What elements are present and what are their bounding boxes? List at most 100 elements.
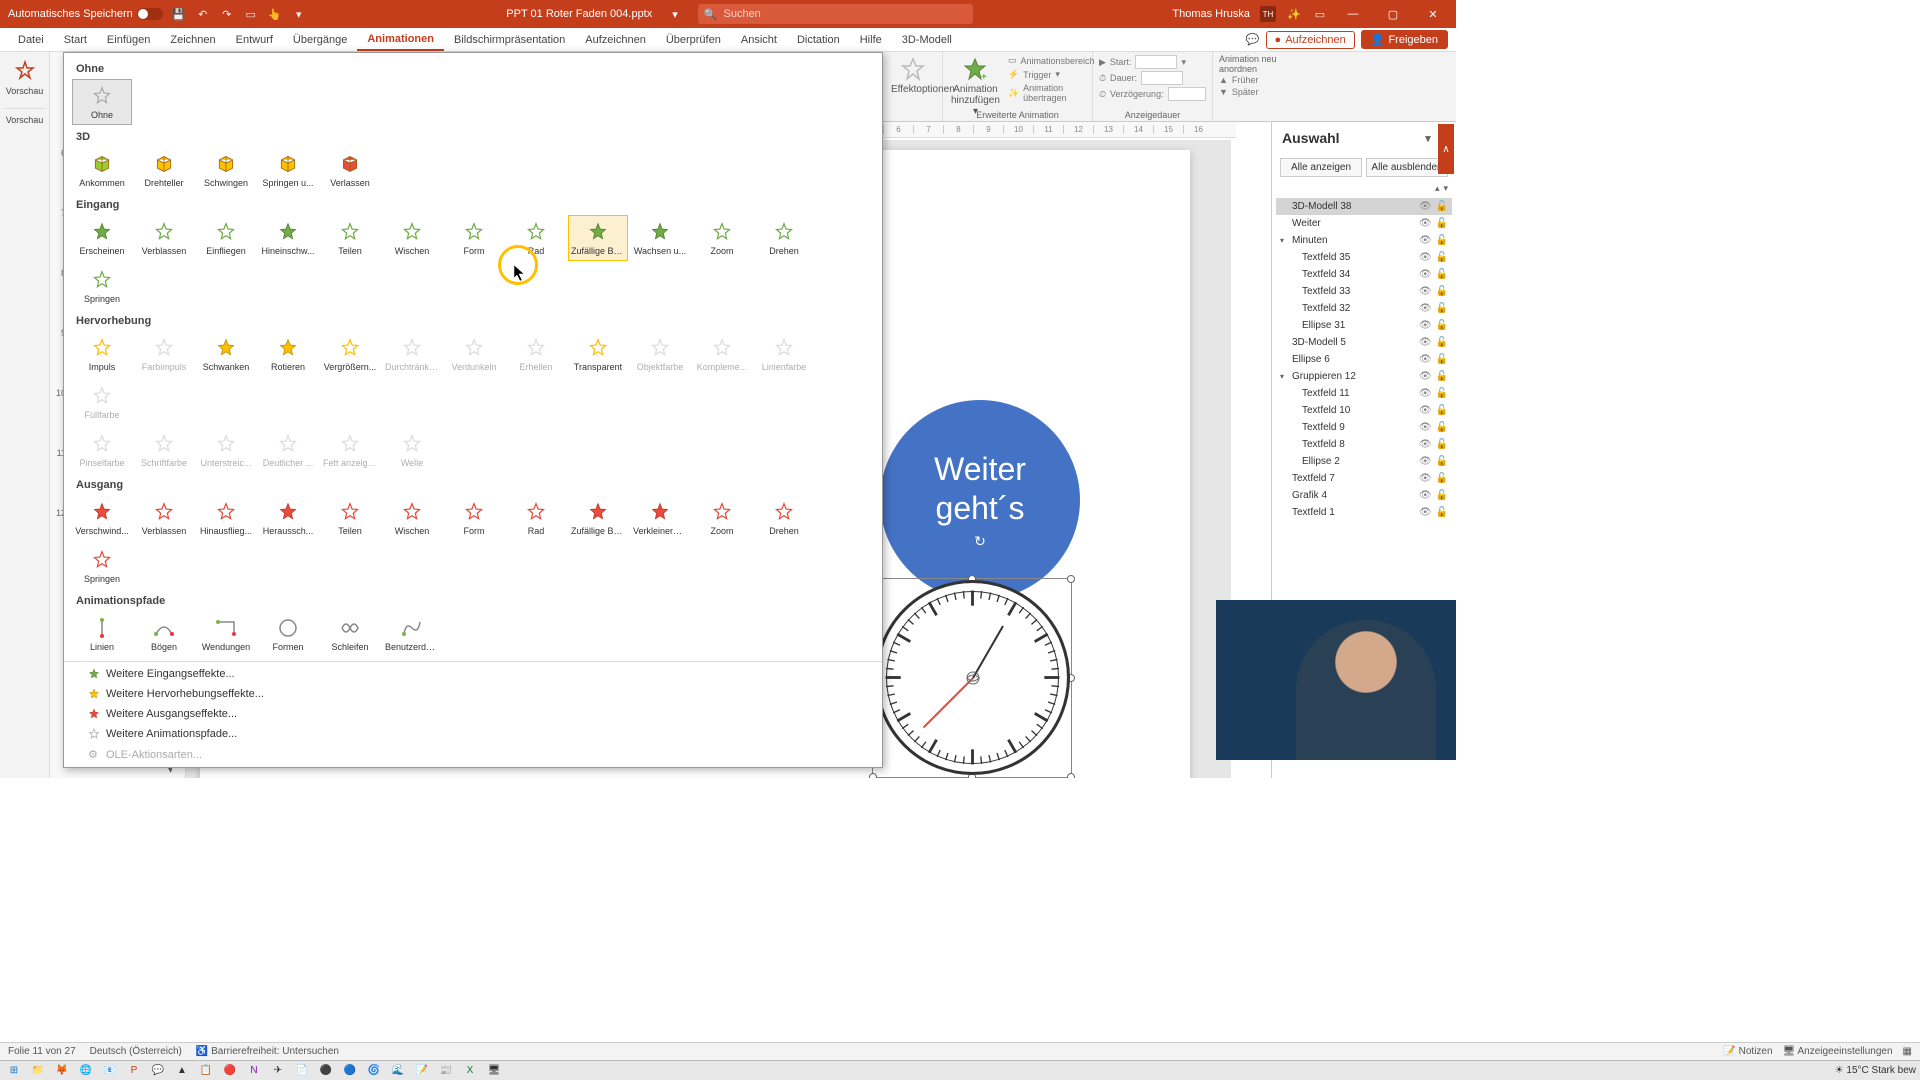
tab-hilfe[interactable]: Hilfe bbox=[850, 30, 892, 50]
app-icon-2[interactable]: 📋 bbox=[196, 1063, 216, 1079]
selection-item-12[interactable]: Textfeld 10👁🔓 bbox=[1276, 402, 1452, 419]
visibility-icon[interactable]: 👁 bbox=[1419, 201, 1432, 212]
anim-3d-4[interactable]: Verlassen bbox=[320, 147, 380, 193]
selection-item-18[interactable]: Textfeld 1👁🔓 bbox=[1276, 504, 1452, 521]
app-icon-6[interactable]: 🌀 bbox=[364, 1063, 384, 1079]
excel-icon[interactable]: X bbox=[460, 1063, 480, 1079]
outlook-icon[interactable]: 📧 bbox=[100, 1063, 120, 1079]
anim-eingang-1[interactable]: Verblassen bbox=[134, 215, 194, 261]
selection-item-5[interactable]: Textfeld 33👁🔓 bbox=[1276, 283, 1452, 300]
anim-ohne[interactable]: Ohne bbox=[72, 79, 132, 125]
tab-einfuegen[interactable]: Einfügen bbox=[97, 30, 160, 50]
animationsbereich-button[interactable]: ▭ Animationsbereich bbox=[1008, 54, 1095, 67]
anim-eingang-8[interactable]: Zufällige Ba... bbox=[568, 215, 628, 261]
lock-icon[interactable]: 🔓 bbox=[1436, 286, 1448, 297]
rotate-icon[interactable]: ↻ bbox=[934, 533, 1026, 550]
anim-ausgang-8[interactable]: Zufällige Ba... bbox=[568, 495, 628, 541]
visibility-icon[interactable]: 👁 bbox=[1419, 218, 1432, 229]
lock-icon[interactable]: 🔓 bbox=[1436, 235, 1448, 246]
clock-3d-model[interactable] bbox=[875, 580, 1070, 775]
lock-icon[interactable]: 🔓 bbox=[1436, 422, 1448, 433]
visibility-icon[interactable]: 👁 bbox=[1419, 405, 1432, 416]
tab-3dmodell[interactable]: 3D-Modell bbox=[892, 30, 962, 50]
lock-icon[interactable]: 🔓 bbox=[1436, 456, 1448, 467]
visibility-icon[interactable]: 👁 bbox=[1419, 269, 1432, 280]
selection-item-0[interactable]: 3D-Modell 38👁🔓 bbox=[1276, 198, 1452, 215]
lock-icon[interactable]: 🔓 bbox=[1436, 252, 1448, 263]
selection-item-9[interactable]: Ellipse 6👁🔓 bbox=[1276, 351, 1452, 368]
selection-item-1[interactable]: Weiter👁🔓 bbox=[1276, 215, 1452, 232]
alle-ausblenden-button[interactable]: Alle ausblenden bbox=[1366, 158, 1448, 177]
anim-ausgang-11[interactable]: Drehen bbox=[754, 495, 814, 541]
anim-3d-2[interactable]: Schwingen bbox=[196, 147, 256, 193]
speech-bubble[interactable]: Weitergeht´s ↻ bbox=[880, 400, 1080, 600]
selection-item-13[interactable]: Textfeld 9👁🔓 bbox=[1276, 419, 1452, 436]
freigeben-button[interactable]: 👤Freigeben bbox=[1361, 30, 1448, 49]
trigger-button[interactable]: ⚡ Trigger ▾ bbox=[1008, 68, 1095, 81]
selection-item-16[interactable]: Textfeld 7👁🔓 bbox=[1276, 470, 1452, 487]
anim-pfad-1[interactable]: Bögen bbox=[134, 611, 194, 657]
visibility-icon[interactable]: 👁 bbox=[1419, 337, 1432, 348]
selection-item-8[interactable]: 3D-Modell 5👁🔓 bbox=[1276, 334, 1452, 351]
anim-ausgang-10[interactable]: Zoom bbox=[692, 495, 752, 541]
chrome-icon[interactable]: 🌐 bbox=[76, 1063, 96, 1079]
anim-hervor-8[interactable]: Transparent bbox=[568, 331, 628, 377]
slide-count[interactable]: Folie 11 von 27 bbox=[8, 1046, 76, 1057]
selection-item-17[interactable]: Grafik 4👁🔓 bbox=[1276, 487, 1452, 504]
lock-icon[interactable]: 🔓 bbox=[1436, 218, 1448, 229]
tab-ueberpruefen[interactable]: Überprüfen bbox=[656, 30, 731, 50]
lock-icon[interactable]: 🔓 bbox=[1436, 490, 1448, 501]
language-indicator[interactable]: Deutsch (Österreich) bbox=[90, 1046, 182, 1057]
anzeigeeinstellungen-button[interactable]: 🖥 Anzeigeeinstellungen bbox=[1783, 1046, 1893, 1057]
tab-uebergaenge[interactable]: Übergänge bbox=[283, 30, 357, 50]
anim-eingang-6[interactable]: Form bbox=[444, 215, 504, 261]
onenote-icon[interactable]: N bbox=[244, 1063, 264, 1079]
tab-zeichnen[interactable]: Zeichnen bbox=[160, 30, 225, 50]
lock-icon[interactable]: 🔓 bbox=[1436, 388, 1448, 399]
visibility-icon[interactable]: 👁 bbox=[1419, 303, 1432, 314]
tab-bildschirm[interactable]: Bildschirmpräsentation bbox=[444, 30, 575, 50]
file-explorer-icon[interactable]: 📁 bbox=[28, 1063, 48, 1079]
user-avatar-icon[interactable]: TH bbox=[1260, 6, 1276, 22]
comments-icon[interactable]: 💬 bbox=[1246, 33, 1260, 46]
selection-item-10[interactable]: ▾Gruppieren 12👁🔓 bbox=[1276, 368, 1452, 385]
spaeter-button[interactable]: ▼ Später bbox=[1219, 86, 1317, 98]
anim-ausgang-12[interactable]: Springen bbox=[72, 543, 132, 589]
anim-pfad-3[interactable]: Formen bbox=[258, 611, 318, 657]
anim-ausgang-5[interactable]: Wischen bbox=[382, 495, 442, 541]
obs-icon[interactable]: ⚫ bbox=[316, 1063, 336, 1079]
notizen-button[interactable]: 📝 Notizen bbox=[1723, 1046, 1772, 1057]
anim-ausgang-2[interactable]: Hinausflieg... bbox=[196, 495, 256, 541]
visibility-icon[interactable]: 👁 bbox=[1419, 388, 1432, 399]
lock-icon[interactable]: 🔓 bbox=[1436, 201, 1448, 212]
anim-ausgang-4[interactable]: Teilen bbox=[320, 495, 380, 541]
visibility-icon[interactable]: 👁 bbox=[1419, 252, 1432, 263]
anim-eingang-7[interactable]: Rad bbox=[506, 215, 566, 261]
selection-item-14[interactable]: Textfeld 8👁🔓 bbox=[1276, 436, 1452, 453]
selection-item-6[interactable]: Textfeld 32👁🔓 bbox=[1276, 300, 1452, 317]
move-down-icon[interactable]: ▾ bbox=[1443, 183, 1448, 194]
lock-icon[interactable]: 🔓 bbox=[1436, 354, 1448, 365]
firefox-icon[interactable]: 🦊 bbox=[52, 1063, 72, 1079]
anim-pfad-2[interactable]: Wendungen bbox=[196, 611, 256, 657]
vlc-icon[interactable]: ▲ bbox=[172, 1063, 192, 1079]
caret-icon[interactable]: ▾ bbox=[1280, 236, 1284, 245]
anim-eingang-0[interactable]: Erscheinen bbox=[72, 215, 132, 261]
lock-icon[interactable]: 🔓 bbox=[1436, 269, 1448, 280]
document-title[interactable]: PPT 01 Roter Faden 004.pptx bbox=[506, 8, 652, 20]
caret-icon[interactable]: ▾ bbox=[1280, 372, 1284, 381]
effektoptionen-button[interactable]: Effektoptionen bbox=[889, 54, 936, 97]
visibility-icon[interactable]: 👁 bbox=[1419, 490, 1432, 501]
anim-hervor-3[interactable]: Rotieren bbox=[258, 331, 318, 377]
timing-start-row[interactable]: ▶ Start:▾ bbox=[1099, 54, 1206, 70]
more-eingang-link[interactable]: Weitere Eingangseffekte... bbox=[64, 664, 882, 684]
tab-datei[interactable]: Datei bbox=[8, 30, 54, 50]
visibility-icon[interactable]: 👁 bbox=[1419, 473, 1432, 484]
anim-ausgang-3[interactable]: Heraussch... bbox=[258, 495, 318, 541]
selection-item-15[interactable]: Ellipse 2👁🔓 bbox=[1276, 453, 1452, 470]
coming-soon-icon[interactable]: ✨ bbox=[1286, 6, 1302, 22]
telegram-icon[interactable]: ✈ bbox=[268, 1063, 288, 1079]
lock-icon[interactable]: 🔓 bbox=[1436, 473, 1448, 484]
tab-animationen[interactable]: Animationen bbox=[357, 29, 444, 51]
aufzeichnen-button[interactable]: ●Aufzeichnen bbox=[1266, 31, 1355, 49]
